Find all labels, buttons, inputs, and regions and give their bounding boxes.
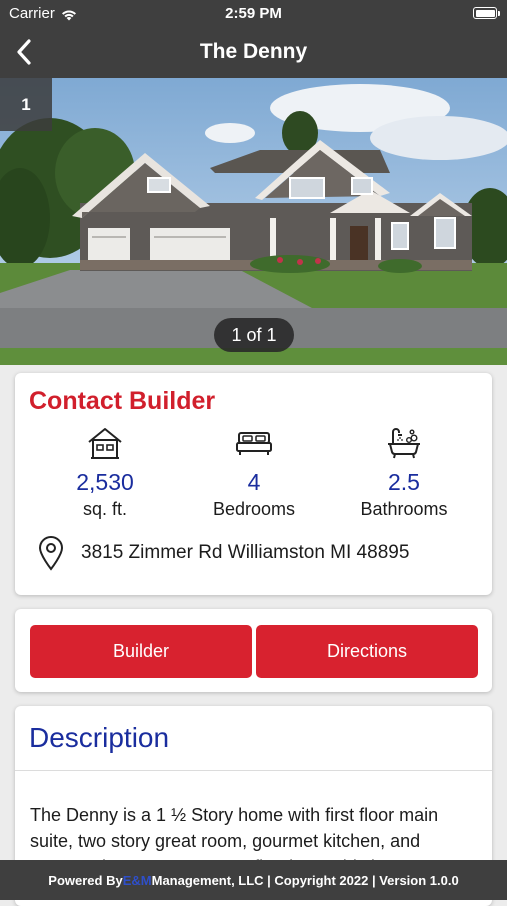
battery-icon bbox=[473, 7, 500, 19]
photo-counter: 1 of 1 bbox=[214, 318, 294, 352]
square-feet-label: sq. ft. bbox=[82, 499, 127, 519]
stat-bedrooms: 4 Bedrooms bbox=[174, 423, 334, 520]
footer-prefix: Powered By bbox=[48, 872, 123, 888]
bed-icon bbox=[236, 432, 272, 455]
actions-card: Builder Directions bbox=[15, 609, 492, 692]
bedrooms-value: 4 bbox=[247, 469, 261, 495]
description-divider bbox=[15, 770, 492, 771]
house-photo-gallery[interactable]: 1 1 of 1 bbox=[0, 78, 507, 365]
stat-bathrooms: 2.5 Bathrooms bbox=[324, 423, 484, 520]
location-pin-icon bbox=[38, 536, 64, 571]
page-title: The Denny bbox=[199, 40, 308, 63]
footer: Powered By E&M Management, LLC | Copyrig… bbox=[0, 860, 507, 900]
description-heading: Description bbox=[29, 722, 170, 753]
bathrooms-label: Bathrooms bbox=[360, 499, 448, 519]
address-row[interactable]: 3815 Zimmer Rd Williamston MI 48895 bbox=[37, 535, 409, 571]
bathrooms-value: 2.5 bbox=[388, 469, 420, 495]
builder-button[interactable]: Builder bbox=[30, 625, 252, 678]
square-feet-value: 2,530 bbox=[76, 469, 134, 495]
footer-company-logo-text: E&M bbox=[122, 872, 152, 888]
address-text: 3815 Zimmer Rd Williamston MI 48895 bbox=[81, 542, 410, 563]
clock: 2:59 PM bbox=[225, 5, 282, 22]
navigation-bar: The Denny bbox=[0, 28, 507, 78]
contact-builder-card: Contact Builder 2,530 sq. ft. 4 Bedrooms… bbox=[15, 373, 492, 595]
bedrooms-label: Bedrooms bbox=[212, 499, 296, 519]
contact-builder-heading[interactable]: Contact Builder bbox=[29, 387, 215, 416]
house-icon bbox=[88, 428, 122, 459]
directions-button[interactable]: Directions bbox=[256, 625, 478, 678]
footer-suffix: Management, LLC | Copyright 2022 | Versi… bbox=[151, 872, 459, 888]
photo-index-badge: 1 bbox=[0, 78, 52, 131]
status-bar: Carrier 2:59 PM bbox=[0, 0, 507, 28]
stat-square-feet: 2,530 sq. ft. bbox=[25, 423, 185, 520]
bathtub-icon bbox=[388, 428, 420, 459]
